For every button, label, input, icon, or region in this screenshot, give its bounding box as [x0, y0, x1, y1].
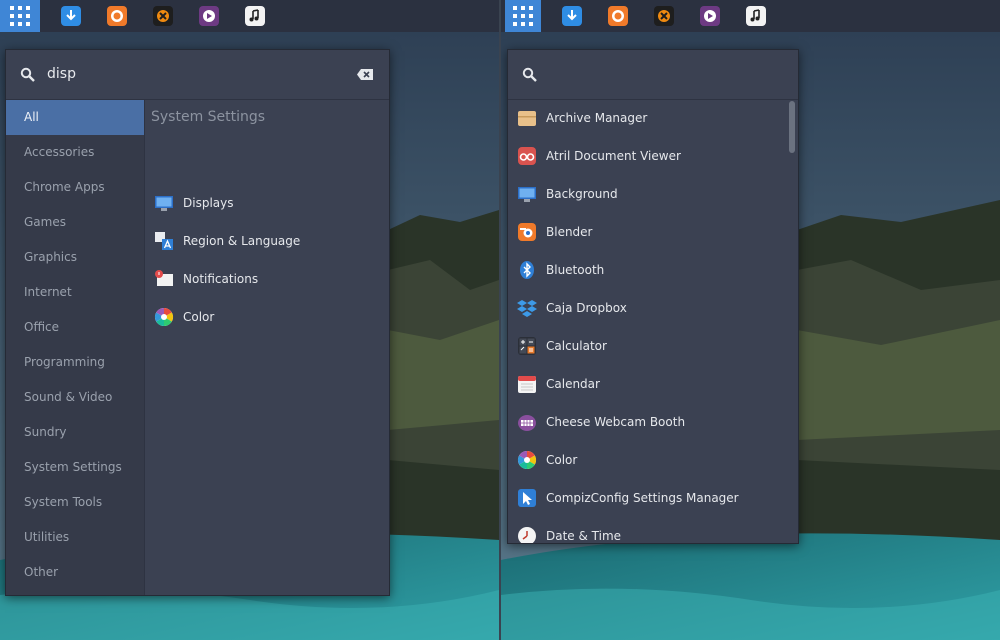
result-item-notifications[interactable]: Notifications	[154, 268, 258, 290]
left-desktop: disp All Accessories Chrome Apps Games G…	[0, 0, 499, 640]
app-label: Atril Document Viewer	[546, 149, 681, 163]
compiz-icon	[518, 489, 536, 507]
app-label: Bluetooth	[546, 263, 605, 277]
language-icon	[155, 232, 173, 250]
category-item-chrome-apps[interactable]: Chrome Apps	[6, 170, 144, 205]
category-item-utilities[interactable]: Utilities	[6, 520, 144, 555]
color-icon	[154, 308, 174, 326]
category-item-accessories[interactable]: Accessories	[6, 135, 144, 170]
category-list: All Accessories Chrome Apps Games Graphi…	[6, 100, 145, 595]
media-player-icon[interactable]	[199, 6, 219, 26]
category-item-sound-video[interactable]: Sound & Video	[6, 380, 144, 415]
media-player-icon[interactable]	[700, 6, 720, 26]
firefox-icon[interactable]	[107, 6, 127, 26]
app-label: Date & Time	[546, 529, 622, 543]
category-item-office[interactable]: Office	[6, 310, 144, 345]
app-label: Blender	[546, 225, 593, 239]
app-item-color[interactable]: Color	[517, 449, 577, 471]
app-item-blender[interactable]: Blender	[517, 221, 593, 243]
cheese-icon	[518, 415, 536, 431]
category-item-system-tools[interactable]: System Tools	[6, 485, 144, 520]
dropbox-icon	[517, 300, 537, 317]
search-bar: disp	[6, 50, 389, 100]
app-label: Caja Dropbox	[546, 301, 627, 315]
result-item-color[interactable]: Color	[154, 306, 214, 328]
result-label: Color	[183, 310, 215, 324]
music-icon[interactable]	[746, 6, 766, 26]
application-list: Archive Manager Atril Document Viewer Ba…	[508, 100, 798, 543]
app-label: Background	[546, 187, 618, 201]
clear-icon[interactable]	[357, 69, 373, 80]
search-results: System Settings Displays Region & Langua…	[145, 100, 389, 595]
search-bar	[508, 50, 798, 100]
app-item-atril[interactable]: Atril Document Viewer	[517, 145, 681, 167]
firefox-icon[interactable]	[608, 6, 628, 26]
atril-icon	[518, 147, 536, 165]
app-item-archive-manager[interactable]: Archive Manager	[517, 107, 647, 129]
music-icon[interactable]	[245, 6, 265, 26]
tool-icon[interactable]	[153, 6, 173, 26]
app-label: Cheese Webcam Booth	[546, 415, 686, 429]
category-item-other[interactable]: Other	[6, 555, 144, 590]
search-icon	[522, 67, 537, 82]
app-item-background[interactable]: Background	[517, 183, 618, 205]
list-scrollbar[interactable]	[789, 101, 795, 153]
calendar-icon	[518, 376, 536, 393]
apps-grid-icon[interactable]	[0, 0, 40, 32]
app-menu-search: disp All Accessories Chrome Apps Games G…	[5, 49, 390, 596]
download-icon[interactable]	[562, 6, 582, 26]
app-item-cheese[interactable]: Cheese Webcam Booth	[517, 411, 685, 433]
app-label: Calculator	[546, 339, 607, 353]
app-item-caja-dropbox[interactable]: Caja Dropbox	[517, 297, 627, 319]
top-panel	[0, 0, 499, 32]
apps-grid-icon[interactable]	[505, 0, 541, 32]
blender-icon	[518, 223, 536, 241]
search-icon	[20, 67, 35, 82]
search-input[interactable]: disp	[47, 66, 76, 82]
app-item-calendar[interactable]: Calendar	[517, 373, 600, 395]
category-item-sundry[interactable]: Sundry	[6, 415, 144, 450]
app-item-date-time[interactable]: Date & Time	[517, 525, 622, 543]
result-label: Region & Language	[183, 234, 301, 248]
category-item-games[interactable]: Games	[6, 205, 144, 240]
results-section-title: System Settings	[151, 109, 266, 125]
category-item-system-settings[interactable]: System Settings	[6, 450, 144, 485]
top-panel	[501, 0, 1000, 32]
download-icon[interactable]	[61, 6, 81, 26]
result-label: Displays	[183, 196, 234, 210]
category-item-internet[interactable]: Internet	[6, 275, 144, 310]
app-menu-list: Archive Manager Atril Document Viewer Ba…	[507, 49, 799, 544]
category-item-graphics[interactable]: Graphics	[6, 240, 144, 275]
app-label: Color	[546, 453, 578, 467]
app-item-calculator[interactable]: Calculator	[517, 335, 607, 357]
result-label: Notifications	[183, 272, 259, 286]
app-label: CompizConfig Settings Manager	[546, 491, 739, 505]
calculator-icon	[518, 337, 536, 355]
category-item-all[interactable]: All	[6, 100, 144, 135]
app-item-bluetooth[interactable]: Bluetooth	[517, 259, 604, 281]
background-icon	[518, 187, 536, 202]
display-icon	[155, 196, 173, 211]
notifications-icon	[155, 270, 173, 286]
archive-icon	[518, 111, 536, 126]
bluetooth-icon	[520, 261, 534, 279]
tool-icon[interactable]	[654, 6, 674, 26]
result-item-displays[interactable]: Displays	[154, 192, 233, 214]
clock-icon	[518, 527, 536, 543]
app-label: Archive Manager	[546, 111, 648, 125]
right-desktop: Archive Manager Atril Document Viewer Ba…	[501, 0, 1000, 640]
app-label: Calendar	[546, 377, 600, 391]
category-item-programming[interactable]: Programming	[6, 345, 144, 380]
app-item-compizconfig[interactable]: CompizConfig Settings Manager	[517, 487, 739, 509]
result-item-region-language[interactable]: Region & Language	[154, 230, 300, 252]
color-icon	[517, 451, 537, 469]
